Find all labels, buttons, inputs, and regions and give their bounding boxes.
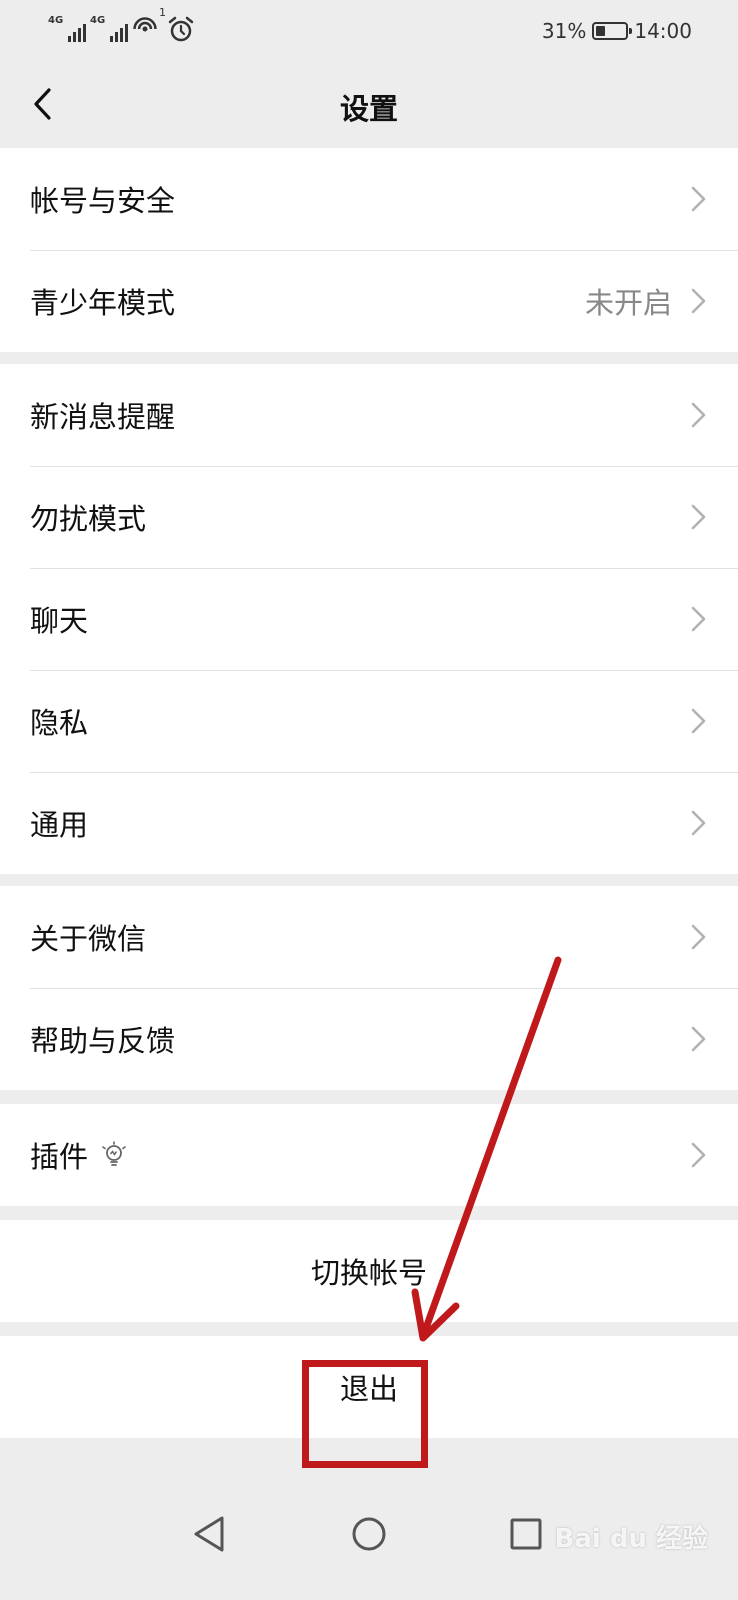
- clock: 14:00: [634, 19, 692, 43]
- chevron-right-icon: [691, 1026, 706, 1052]
- battery-fill: [596, 26, 606, 36]
- status-bar-left: 4G 4G 1: [48, 6, 196, 44]
- signal-1-label: 4G: [48, 15, 64, 26]
- chevron-right-icon: [691, 810, 706, 836]
- chevron-right-icon: [691, 186, 706, 212]
- settings-item-plugins[interactable]: 插件: [0, 1104, 738, 1206]
- signal-icon-1: 4G: [48, 16, 86, 44]
- settings-item-about-wechat[interactable]: 关于微信: [0, 886, 738, 988]
- switch-account-button[interactable]: 切换帐号: [0, 1220, 738, 1322]
- nav-home-icon[interactable]: [343, 1508, 395, 1560]
- settings-item-label: 通用: [30, 808, 89, 842]
- chevron-right-icon: [691, 288, 706, 314]
- baidu-jingyan-watermark: Bai du 经验: [555, 1504, 714, 1564]
- settings-item-do-not-disturb[interactable]: 勿扰模式: [0, 466, 738, 568]
- chevron-right-icon: [691, 708, 706, 734]
- signal-2-label: 4G: [90, 15, 106, 26]
- chevron-right-icon: [691, 504, 706, 530]
- settings-item-chat[interactable]: 聊天: [0, 568, 738, 670]
- wifi-badge: 1: [159, 6, 166, 19]
- nav-recents-icon[interactable]: [500, 1508, 552, 1560]
- settings-item-label: 帐号与安全: [30, 184, 176, 218]
- chevron-right-icon: [691, 606, 706, 632]
- settings-item-label: 聊天: [30, 604, 89, 638]
- chevron-right-icon: [691, 924, 706, 950]
- nav-back-icon[interactable]: [184, 1508, 236, 1560]
- settings-item-label: 隐私: [30, 706, 89, 740]
- settings-item-notifications[interactable]: 新消息提醒: [0, 364, 738, 466]
- signal-icon-2: 4G: [90, 16, 128, 44]
- logout-label: 退出: [339, 1372, 398, 1406]
- settings-item-help-feedback[interactable]: 帮助与反馈: [0, 988, 738, 1090]
- settings-item-privacy[interactable]: 隐私: [0, 670, 738, 772]
- page-title: 设置: [339, 92, 398, 126]
- alarm-icon: [168, 16, 194, 42]
- settings-group-plugins: 插件: [0, 1104, 738, 1206]
- status-bar: 4G 4G 1 31% 14:00: [0, 0, 738, 60]
- settings-item-label: 帮助与反馈: [30, 1024, 176, 1058]
- logout-button[interactable]: 退出: [0, 1336, 738, 1438]
- chevron-right-icon: [691, 1142, 706, 1168]
- lightbulb-icon: [102, 1141, 126, 1166]
- settings-item-label: 新消息提醒: [30, 400, 176, 434]
- chevron-right-icon: [691, 402, 706, 428]
- wifi-icon: 1: [132, 6, 166, 44]
- watermark-text: Bai du 经验: [554, 1524, 709, 1554]
- teen-mode-status: 未开启: [584, 286, 672, 320]
- settings-item-label: 关于微信: [30, 922, 147, 956]
- settings-group-account: 帐号与安全 青少年模式 未开启: [0, 148, 738, 352]
- switch-account-group: 切换帐号: [0, 1220, 738, 1322]
- settings-item-teen-mode[interactable]: 青少年模式 未开启: [0, 250, 738, 352]
- settings-item-label: 插件: [30, 1140, 89, 1174]
- settings-item-account-security[interactable]: 帐号与安全: [0, 148, 738, 250]
- settings-item-label: 青少年模式: [30, 286, 176, 320]
- battery-icon: [592, 22, 633, 40]
- settings-item-general[interactable]: 通用: [0, 772, 738, 874]
- settings-group-about: 关于微信 帮助与反馈: [0, 886, 738, 1090]
- settings-item-label: 勿扰模式: [30, 502, 147, 536]
- settings-group-general: 新消息提醒 勿扰模式 聊天 隐私 通用: [0, 364, 738, 874]
- status-bar-right: 31% 14:00: [542, 16, 692, 46]
- system-nav-bar: Bai du 经验: [0, 1468, 738, 1600]
- battery-percent: 31%: [541, 19, 587, 43]
- switch-account-label: 切换帐号: [310, 1256, 427, 1290]
- logout-group: 退出: [0, 1336, 738, 1438]
- nav-bar: 设置: [0, 60, 738, 148]
